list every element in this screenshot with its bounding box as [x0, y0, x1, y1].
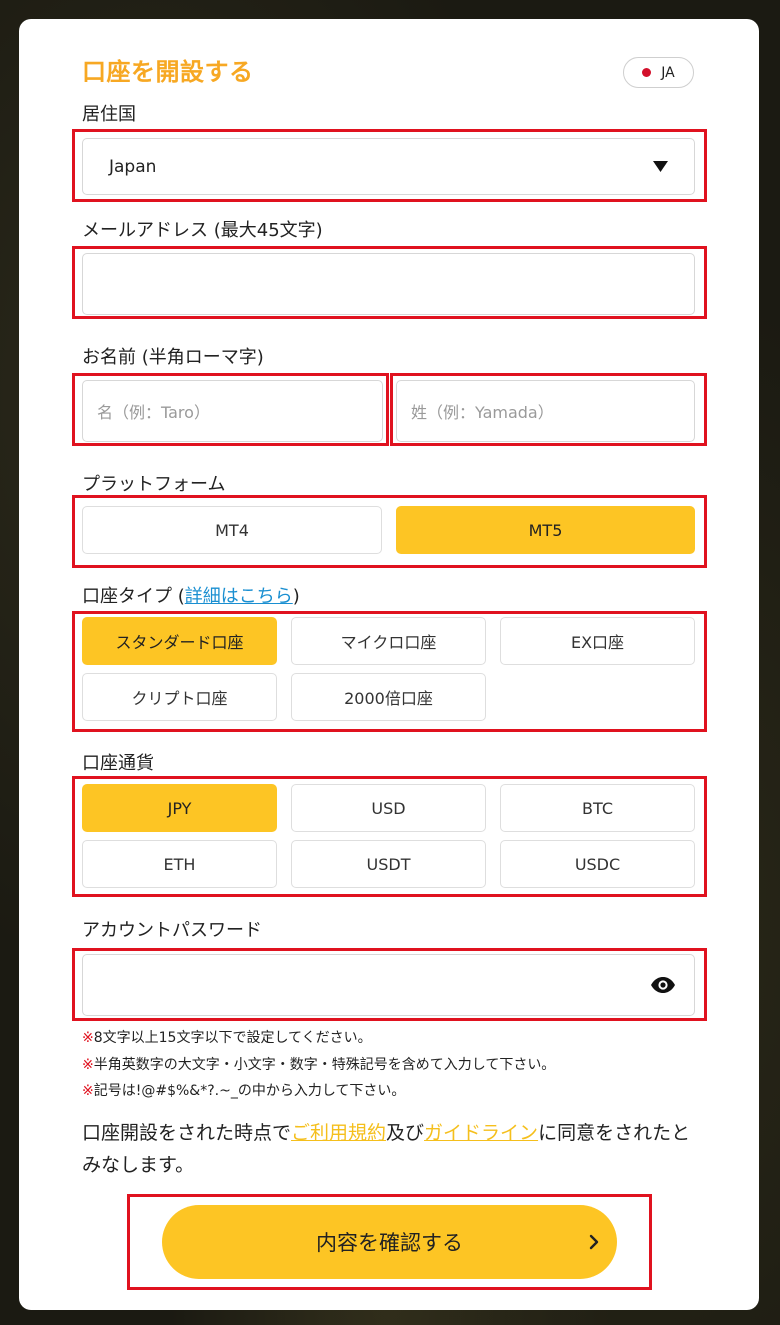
terms-link[interactable]: ご利用規約 — [291, 1122, 386, 1144]
note-text: 半角英数字の大文字・小文字・数字・特殊記号を含めて入力して下さい。 — [93, 1057, 556, 1073]
name-label: お名前 (半角ローマ字) — [82, 347, 264, 368]
note-mark: ※ — [82, 1030, 94, 1046]
first-name-placeholder: 名（例：Taro） — [97, 403, 210, 422]
confirm-button-label: 内容を確認する — [316, 1231, 463, 1255]
platform-label: プラットフォーム — [82, 474, 226, 495]
account-type-2000x[interactable]: 2000倍口座 — [291, 673, 486, 721]
confirm-button[interactable]: 内容を確認する — [162, 1205, 617, 1279]
account-type-standard[interactable]: スタンダード口座 — [82, 617, 277, 665]
country-select[interactable]: Japan — [82, 138, 695, 195]
password-note-1: ※8文字以上15文字以下で設定してください。 — [82, 1027, 372, 1047]
caret-down-icon — [653, 161, 668, 172]
note-text: 記号は!@#$%&*?.~_の中から入力して下さい。 — [93, 1083, 406, 1099]
agreement-text: 口座開設をされた時点でご利用規約及びガイドラインに同意をされたとみなします。 — [82, 1117, 702, 1181]
currency-label: 口座通貨 — [82, 753, 154, 774]
last-name-input[interactable]: 姓（例：Yamada） — [396, 380, 695, 442]
account-type-ex[interactable]: EX口座 — [500, 617, 695, 665]
account-type-label-close: ) — [292, 586, 300, 607]
account-type-micro[interactable]: マイクロ口座 — [291, 617, 486, 665]
language-switcher[interactable]: JA — [623, 57, 694, 88]
note-text: 8文字以上15文字以下で設定してください。 — [93, 1030, 372, 1046]
first-name-input[interactable]: 名（例：Taro） — [82, 380, 383, 442]
account-type-label-text: 口座タイプ ( — [82, 586, 185, 607]
account-type-label: 口座タイプ (詳細はこちら) — [82, 582, 300, 608]
currency-jpy[interactable]: JPY — [82, 784, 277, 832]
platform-option-mt5[interactable]: MT5 — [396, 506, 695, 554]
note-mark: ※ — [82, 1083, 94, 1099]
japan-flag-icon — [642, 68, 652, 77]
eye-icon[interactable] — [650, 976, 676, 994]
password-note-3: ※記号は!@#$%&*?.~_の中から入力して下さい。 — [82, 1080, 405, 1100]
agreement-part: 及び — [386, 1122, 425, 1144]
note-mark: ※ — [82, 1057, 94, 1073]
agreement-part: 口座開設をされた時点で — [82, 1122, 292, 1144]
country-label: 居住国 — [82, 104, 136, 125]
guideline-link[interactable]: ガイドライン — [424, 1122, 538, 1144]
password-label: アカウントパスワード — [82, 920, 262, 941]
currency-eth[interactable]: ETH — [82, 840, 277, 888]
page-title: 口座を開設する — [82, 58, 254, 86]
chevron-right-icon — [589, 1234, 599, 1250]
country-value: Japan — [109, 156, 157, 177]
last-name-placeholder: 姓（例：Yamada） — [411, 403, 554, 422]
account-type-crypto[interactable]: クリプト口座 — [82, 673, 277, 721]
password-input[interactable] — [82, 954, 695, 1016]
account-type-details-link[interactable]: 詳細はこちら — [185, 586, 293, 607]
platform-option-mt4[interactable]: MT4 — [82, 506, 382, 554]
currency-usdc[interactable]: USDC — [500, 840, 695, 888]
currency-btc[interactable]: BTC — [500, 784, 695, 832]
currency-usdt[interactable]: USDT — [291, 840, 486, 888]
email-label: メールアドレス (最大45文字) — [82, 220, 323, 241]
email-input[interactable] — [82, 253, 695, 315]
password-note-2: ※半角英数字の大文字・小文字・数字・特殊記号を含めて入力して下さい。 — [82, 1054, 555, 1074]
currency-usd[interactable]: USD — [291, 784, 486, 832]
signup-card: 口座を開設する JA 居住国 Japan メールアドレス (最大45文字) お名… — [19, 19, 759, 1310]
language-label: JA — [661, 64, 675, 81]
